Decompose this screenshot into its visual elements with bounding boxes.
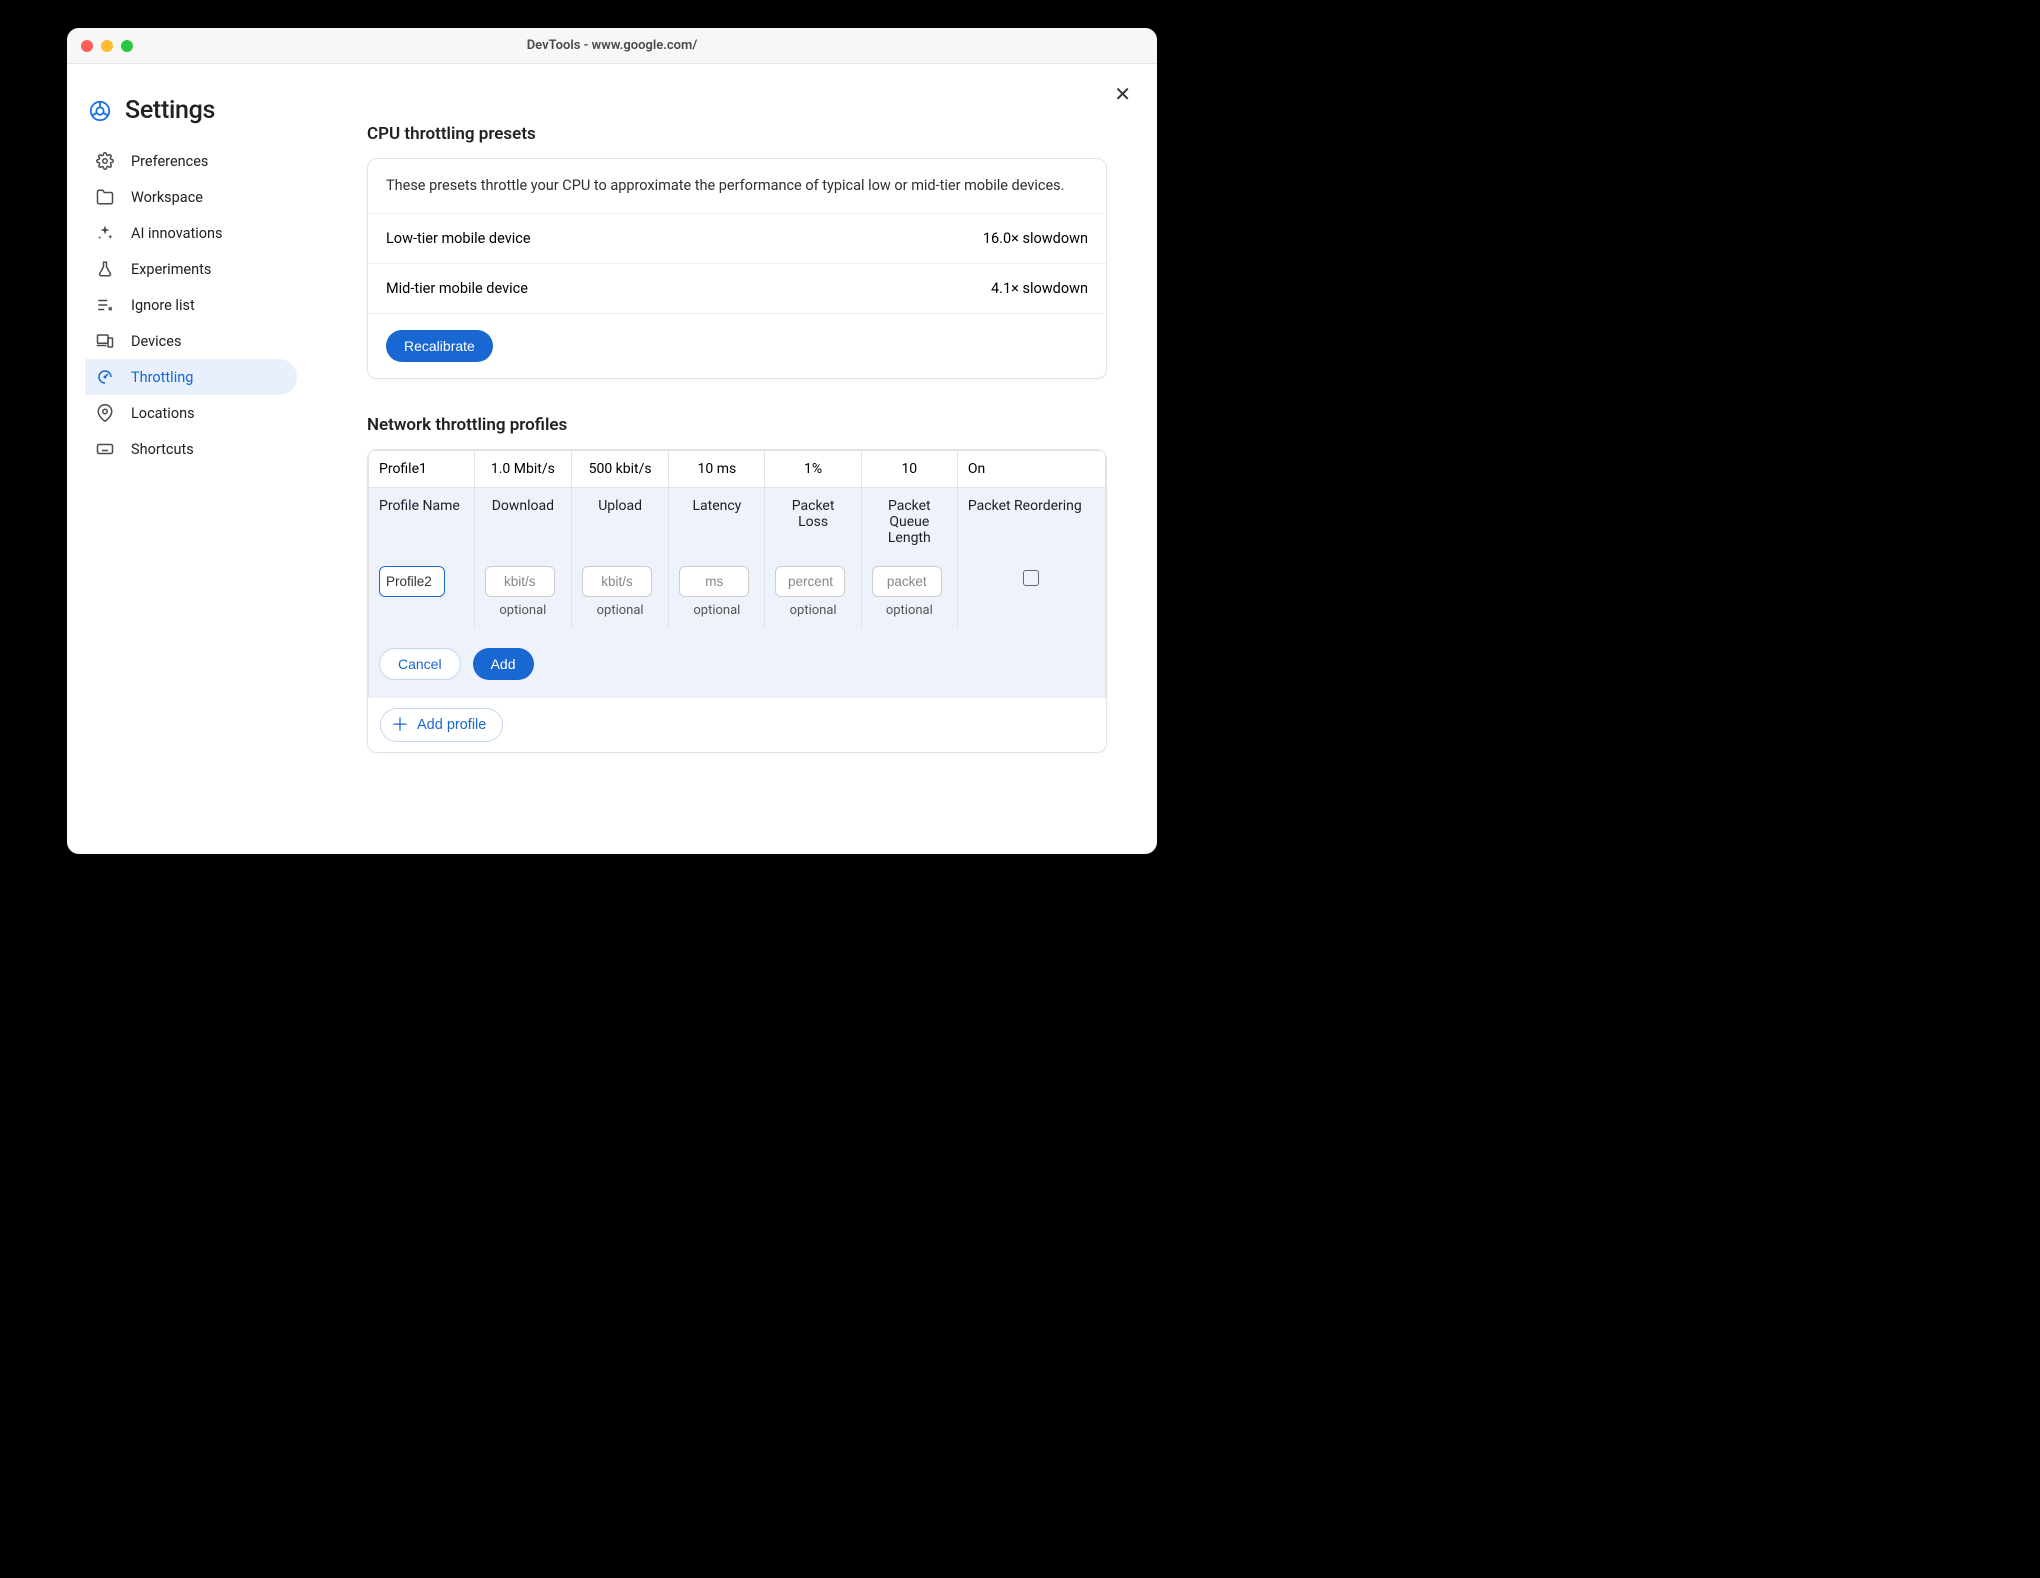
close-window-button[interactable] xyxy=(81,40,93,52)
network-table: Profile1 1.0 Mbit/s 500 kbit/s 10 ms 1% … xyxy=(368,450,1106,698)
chrome-logo-icon xyxy=(89,100,111,122)
sidebar-item-label: Experiments xyxy=(131,261,211,278)
col-queue-length: Packet Queue Length xyxy=(861,487,957,556)
cancel-button[interactable]: Cancel xyxy=(379,648,461,680)
reordering-cell: On xyxy=(957,450,1105,487)
main-content: CPU throttling presets These presets thr… xyxy=(357,84,1137,824)
sidebar-item-devices[interactable]: Devices xyxy=(85,323,297,359)
gear-icon xyxy=(95,151,115,171)
sidebar-item-label: Locations xyxy=(131,405,195,422)
latency-input[interactable] xyxy=(679,566,749,597)
add-profile-button[interactable]: ＋ Add profile xyxy=(380,708,503,742)
sidebar-item-shortcuts[interactable]: Shortcuts xyxy=(85,431,297,467)
col-latency: Latency xyxy=(669,487,765,556)
sidebar-item-workspace[interactable]: Workspace xyxy=(85,179,297,215)
profile-name-cell: Profile1 xyxy=(369,450,475,487)
settings-header: Settings xyxy=(85,90,357,143)
col-upload: Upload xyxy=(572,487,669,556)
recalibrate-row: Recalibrate xyxy=(368,314,1106,378)
preset-value: 16.0× slowdown xyxy=(983,230,1088,247)
download-input[interactable] xyxy=(485,566,555,597)
pin-icon xyxy=(95,403,115,423)
col-profile-name: Profile Name xyxy=(369,487,475,556)
sidebar-item-experiments[interactable]: Experiments xyxy=(85,251,297,287)
add-profile-label: Add profile xyxy=(417,717,486,733)
maximize-window-button[interactable] xyxy=(121,40,133,52)
upload-cell: 500 kbit/s xyxy=(572,450,669,487)
reordering-checkbox[interactable] xyxy=(1023,570,1039,586)
sidebar-item-ignore-list[interactable]: Ignore list xyxy=(85,287,297,323)
new-profile-row: optional optional optional xyxy=(369,556,1106,628)
preset-name: Mid-tier mobile device xyxy=(386,280,528,297)
close-icon[interactable]: ✕ xyxy=(1114,82,1131,106)
sparkle-icon xyxy=(95,223,115,243)
cpu-description: These presets throttle your CPU to appro… xyxy=(368,159,1106,214)
optional-hint: optional xyxy=(775,603,850,618)
preset-row-low-tier: Low-tier mobile device 16.0× slowdown xyxy=(368,214,1106,264)
speedometer-icon xyxy=(95,367,115,387)
col-download: Download xyxy=(474,487,571,556)
sidebar-item-label: Devices xyxy=(131,333,181,350)
sidebar-item-label: Shortcuts xyxy=(131,441,194,458)
flask-icon xyxy=(95,259,115,279)
sidebar-item-label: Workspace xyxy=(131,189,203,206)
table-header-row: Profile Name Download Upload Latency Pac… xyxy=(369,487,1106,556)
nav: Preferences Workspace AI innovations xyxy=(85,143,357,467)
plus-icon: ＋ xyxy=(391,716,409,734)
sidebar-item-label: Preferences xyxy=(131,153,208,170)
table-row[interactable]: Profile1 1.0 Mbit/s 500 kbit/s 10 ms 1% … xyxy=(369,450,1106,487)
sidebar-item-locations[interactable]: Locations xyxy=(85,395,297,431)
sidebar-item-preferences[interactable]: Preferences xyxy=(85,143,297,179)
profile-name-input[interactable] xyxy=(379,566,445,597)
sidebar-item-label: AI innovations xyxy=(131,225,223,242)
download-cell: 1.0 Mbit/s xyxy=(474,450,571,487)
titlebar: DevTools - www.google.com/ xyxy=(67,28,1157,64)
preset-row-mid-tier: Mid-tier mobile device 4.1× slowdown xyxy=(368,264,1106,314)
col-packet-loss: Packet Loss xyxy=(765,487,861,556)
add-button[interactable]: Add xyxy=(473,648,534,680)
cpu-section-title: CPU throttling presets xyxy=(367,124,1107,144)
page-title: Settings xyxy=(125,96,215,125)
content: ✕ Settings Preferences xyxy=(67,64,1157,854)
preset-value: 4.1× slowdown xyxy=(991,280,1088,297)
optional-hint: optional xyxy=(582,603,658,618)
optional-hint: optional xyxy=(872,603,947,618)
traffic-lights xyxy=(81,40,133,52)
sidebar-item-label: Ignore list xyxy=(131,297,195,314)
minimize-window-button[interactable] xyxy=(101,40,113,52)
preset-name: Low-tier mobile device xyxy=(386,230,531,247)
queue-length-cell: 10 xyxy=(861,450,957,487)
sidebar-item-ai[interactable]: AI innovations xyxy=(85,215,297,251)
devices-icon xyxy=(95,331,115,351)
keyboard-icon xyxy=(95,439,115,459)
packet-loss-cell: 1% xyxy=(765,450,861,487)
network-section-title: Network throttling profiles xyxy=(367,415,1107,435)
cpu-presets-card: These presets throttle your CPU to appro… xyxy=(367,158,1107,379)
devtools-window: DevTools - www.google.com/ ✕ Settings xyxy=(67,28,1157,854)
packet-loss-input[interactable] xyxy=(775,566,845,597)
form-actions-row: Cancel Add xyxy=(369,628,1106,698)
network-profiles-card: Profile1 1.0 Mbit/s 500 kbit/s 10 ms 1% … xyxy=(367,449,1107,753)
window-title: DevTools - www.google.com/ xyxy=(67,38,1157,53)
recalibrate-button[interactable]: Recalibrate xyxy=(386,330,493,362)
col-reordering: Packet Reordering xyxy=(957,487,1105,556)
add-profile-row: ＋ Add profile xyxy=(368,698,1106,752)
sidebar: Settings Preferences Workspace xyxy=(77,84,357,824)
folder-icon xyxy=(95,187,115,207)
upload-input[interactable] xyxy=(582,566,652,597)
latency-cell: 10 ms xyxy=(669,450,765,487)
sidebar-item-label: Throttling xyxy=(131,369,193,386)
queue-length-input[interactable] xyxy=(872,566,942,597)
optional-hint: optional xyxy=(679,603,754,618)
optional-hint: optional xyxy=(485,603,561,618)
sidebar-item-throttling[interactable]: Throttling xyxy=(85,359,297,395)
list-x-icon xyxy=(95,295,115,315)
